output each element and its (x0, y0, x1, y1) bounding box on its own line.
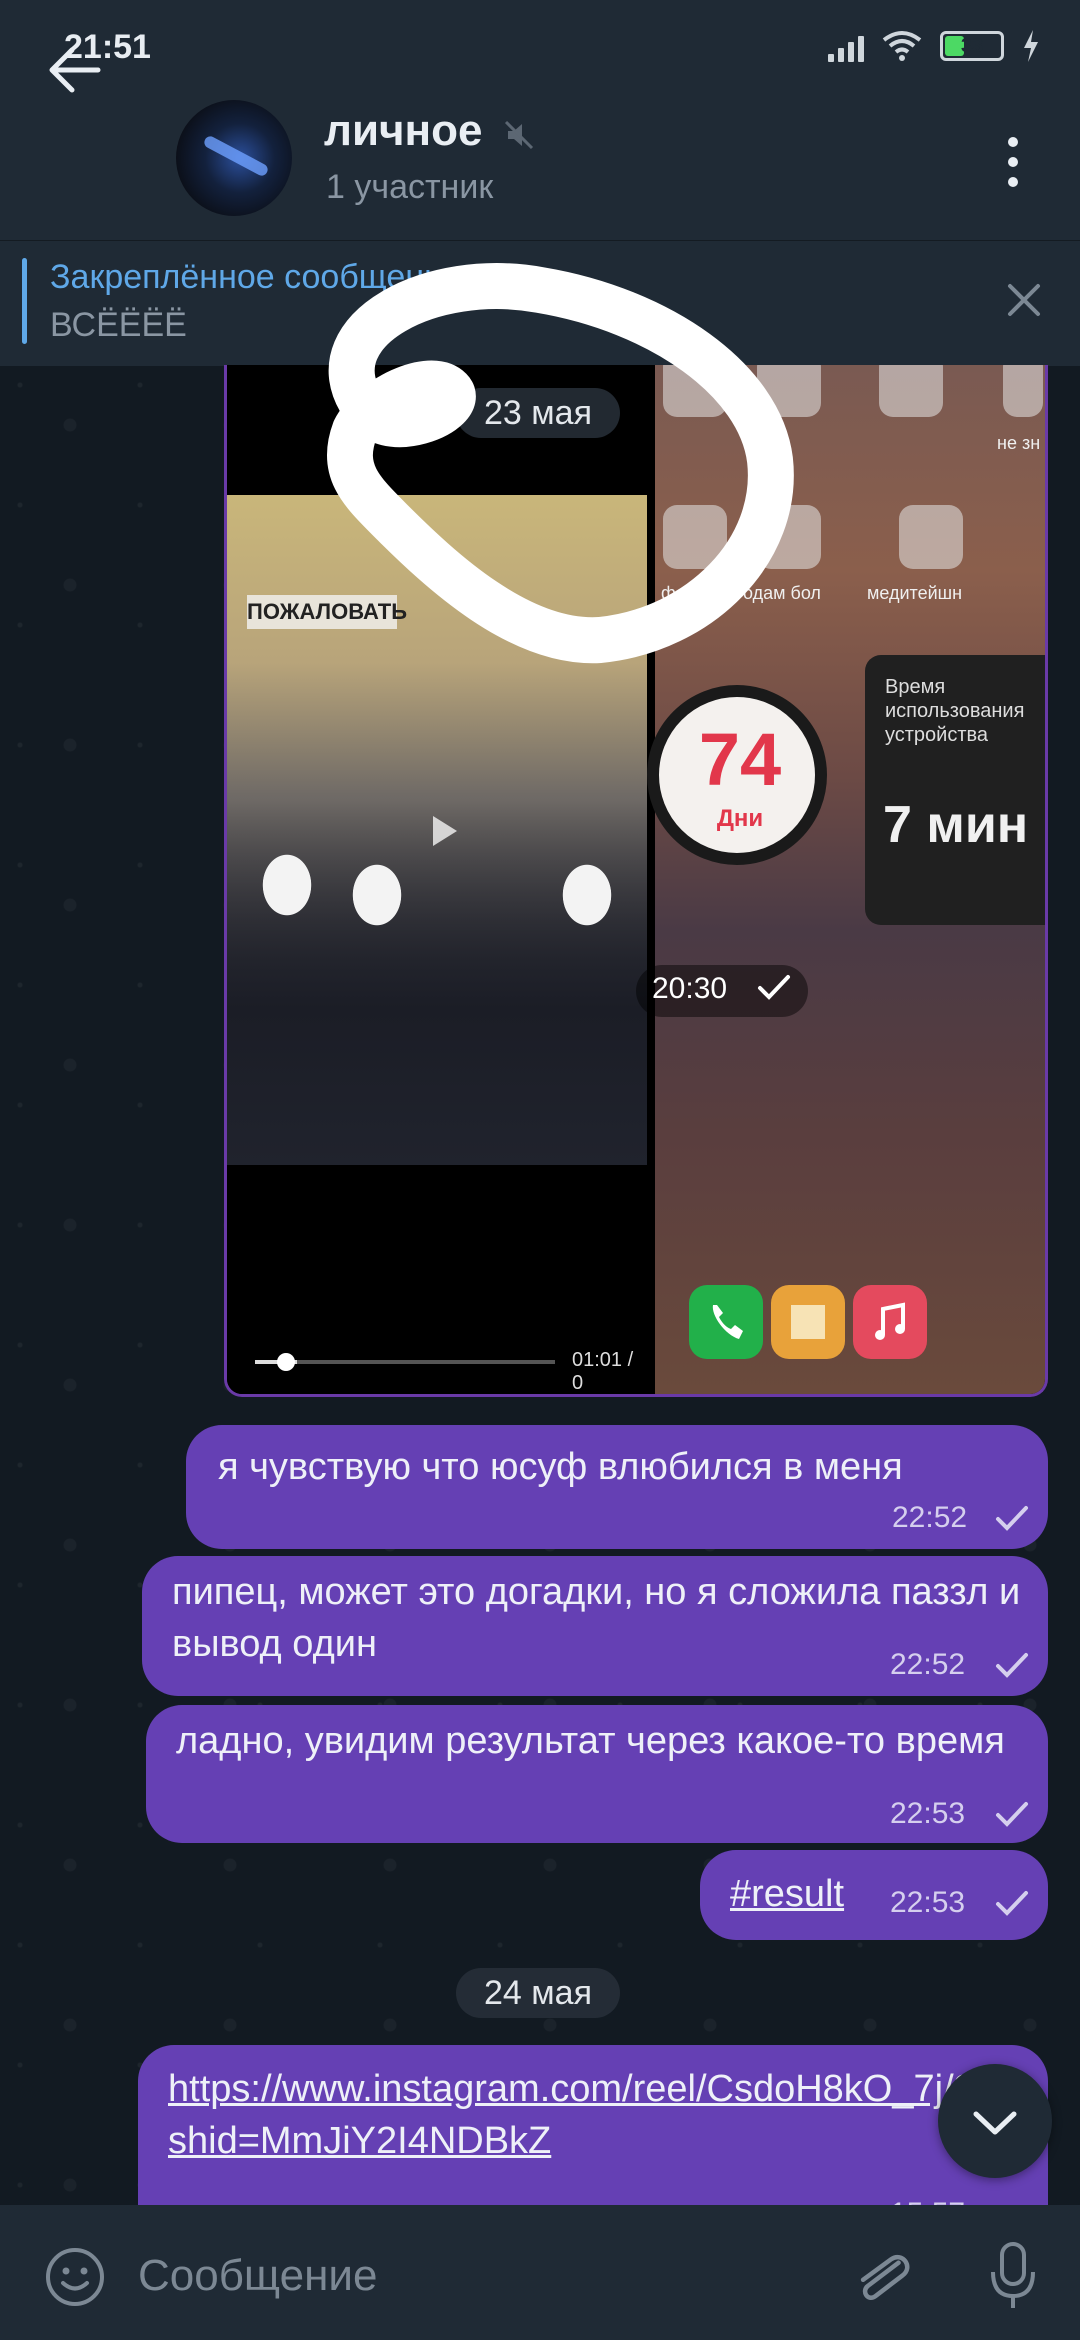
message-bubble[interactable]: я чувствую что юсуф влюбился в меня 22:5… (186, 1425, 1048, 1549)
checkmark-icon (996, 1802, 1028, 1827)
drawn-circle-annotation (327, 263, 794, 664)
message-bubble[interactable]: #result 22:53 (700, 1850, 1048, 1940)
students-group (227, 645, 647, 1165)
scroll-down-button[interactable] (938, 2064, 1052, 2178)
wifi-icon (882, 31, 922, 61)
notes-app-icon (771, 1285, 845, 1359)
pinned-indicator (22, 258, 27, 344)
app-folder (879, 365, 943, 417)
days-number: 74 (698, 718, 782, 801)
screen-time-title: Время использования устройства (885, 676, 1025, 746)
video-progress-knob[interactable] (277, 1353, 295, 1371)
video-duration: 01:01 / 0 (572, 1349, 634, 1394)
instagram-link[interactable]: https://www.instagram.com/reel/CsdoH8kO_… (168, 2063, 1008, 2167)
screen-time-value: 7 мин (883, 796, 1029, 854)
charging-icon (1024, 30, 1038, 62)
emoji-icon[interactable] (44, 2246, 106, 2308)
microphone-icon[interactable] (988, 2238, 1038, 2314)
chat-avatar[interactable] (176, 100, 292, 216)
status-icons: 33 (828, 30, 1040, 62)
battery-icon: 33 (940, 31, 1004, 61)
back-arrow-icon[interactable] (40, 40, 110, 100)
checkmark-icon (758, 975, 790, 1000)
message-bubble[interactable]: ладно, увидим результат через какое-то в… (146, 1705, 1048, 1843)
message-time: 22:52 (892, 1501, 968, 1534)
message-input[interactable] (136, 2240, 820, 2312)
checkmark-icon (996, 1653, 1028, 1678)
message-text: ладно, увидим результат через какое-то в… (176, 1720, 1005, 1762)
pinned-text: ВСЁЁЁЁ (50, 306, 187, 344)
close-icon[interactable] (1004, 280, 1044, 320)
hashtag-link[interactable]: #result (730, 1868, 844, 1920)
chevron-down-icon (973, 2111, 1017, 2135)
media-time: 20:30 (652, 972, 728, 1005)
chat-subtitle: 1 участник (326, 168, 494, 206)
message-time: 22:53 (890, 1797, 966, 1830)
message-text: я чувствую что юсуф влюбился в меня (218, 1446, 903, 1488)
chat-header (0, 100, 1080, 240)
message-time: 22:53 (890, 1886, 966, 1919)
checkmark-icon (996, 1891, 1028, 1916)
mute-icon (504, 120, 534, 150)
video-progress-track[interactable] (255, 1360, 555, 1364)
more-vertical-icon[interactable] (998, 132, 1028, 192)
app-folder (899, 505, 963, 569)
app-label: не зн (997, 433, 1041, 453)
chat-title[interactable]: личное (324, 106, 482, 156)
date-badge: 24 мая (456, 1968, 620, 2018)
play-icon[interactable] (423, 811, 463, 851)
phone-app-icon (689, 1285, 763, 1359)
music-app-icon (853, 1285, 927, 1359)
message-time: 22:52 (890, 1648, 966, 1681)
app-label: медитейшн (867, 583, 963, 603)
app-folder (1003, 365, 1043, 417)
signal-icon (828, 30, 864, 62)
paperclip-icon[interactable] (852, 2238, 912, 2314)
battery-level: 33 (960, 35, 984, 57)
checkmark-icon (996, 1506, 1028, 1531)
days-label: Дни (716, 805, 764, 832)
message-bubble[interactable]: пипец, может это догадки, но я сложила п… (142, 1556, 1048, 1696)
